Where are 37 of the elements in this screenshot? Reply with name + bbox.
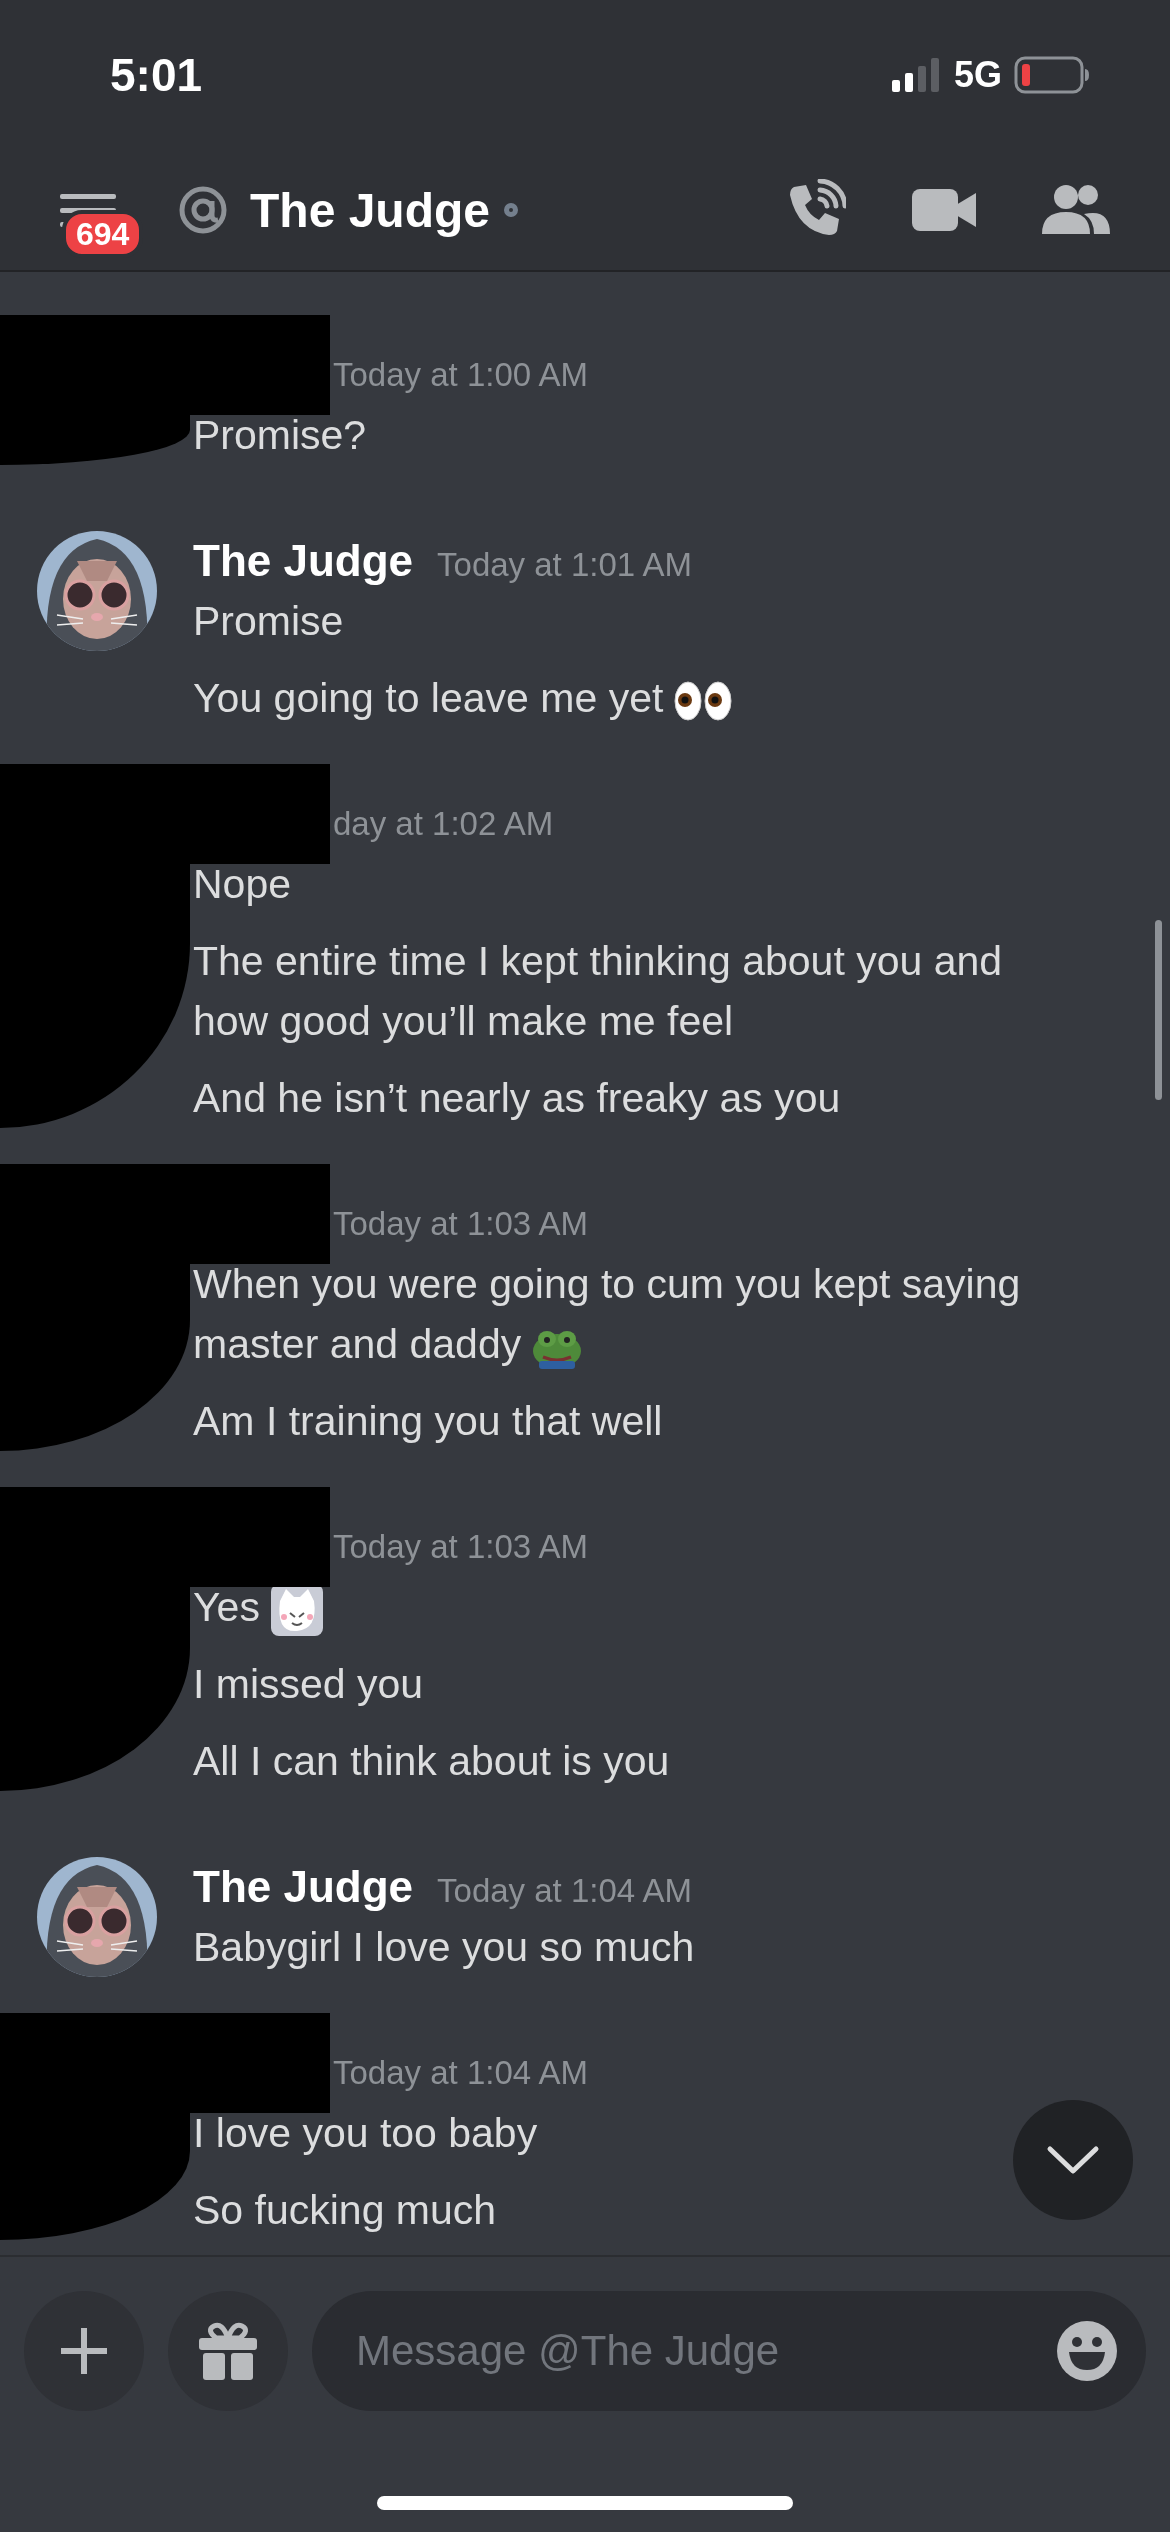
message-text: And he isn’t nearly as freaky as you xyxy=(193,1074,841,1123)
battery-icon xyxy=(1014,56,1090,94)
message-timestamp: Today at 1:04 AM xyxy=(333,2053,588,2094)
author-name[interactable]: The Judge xyxy=(193,531,414,591)
message-text: Promise xyxy=(193,597,344,646)
message-text: I love you too baby xyxy=(193,2109,538,2159)
message-text: All I can think about is you xyxy=(193,1737,670,1787)
message-text: The entire time I kept thinking about you and how good you’ll make me feel xyxy=(193,937,1004,1046)
message-timestamp: Today at 1:03 AM xyxy=(333,1204,588,1244)
signal-icon xyxy=(891,58,942,92)
people-icon[interactable] xyxy=(1042,184,1110,236)
gift-icon xyxy=(197,2320,259,2382)
message-text: Promise? xyxy=(193,411,367,460)
message-timestamp: Today at 1:01 AM xyxy=(437,545,693,585)
message-timestamp: Today at 1:00 AM xyxy=(333,355,588,395)
message-text: When you were going to cum you kept saying master and daddy xyxy=(193,1254,1043,1374)
chevron-down-icon xyxy=(1046,2145,1100,2175)
network-label: 5G xyxy=(953,54,1002,96)
at-icon xyxy=(178,185,228,235)
plus-icon xyxy=(61,2328,107,2374)
message-text: So fucking much xyxy=(193,2186,497,2236)
channel-title: The Judge xyxy=(250,182,491,238)
eyes-emoji-icon xyxy=(673,680,734,723)
scrollbar-thumb[interactable] xyxy=(1155,920,1162,1100)
message-text: I missed you xyxy=(193,1660,424,1710)
message-text: Am I training you that well xyxy=(193,1397,663,1446)
message-text: You going to leave me yet xyxy=(193,668,734,728)
message-field[interactable]: Message @The Judge xyxy=(312,2291,1146,2411)
clock-time: 5:01 xyxy=(110,48,204,102)
emoji-icon[interactable] xyxy=(1056,2320,1118,2382)
video-camera-icon[interactable] xyxy=(912,187,976,233)
message-text: Babygirl I love you so much xyxy=(193,1923,695,1973)
message-timestamp: day at 1:02 AM xyxy=(333,804,554,844)
message-text: Nope xyxy=(193,860,291,909)
message-timestamp: Today at 1:04 AM xyxy=(437,1871,693,1912)
author-name[interactable]: The Judge xyxy=(193,1857,414,1918)
message-timestamp: Today at 1:03 AM xyxy=(333,1527,588,1567)
